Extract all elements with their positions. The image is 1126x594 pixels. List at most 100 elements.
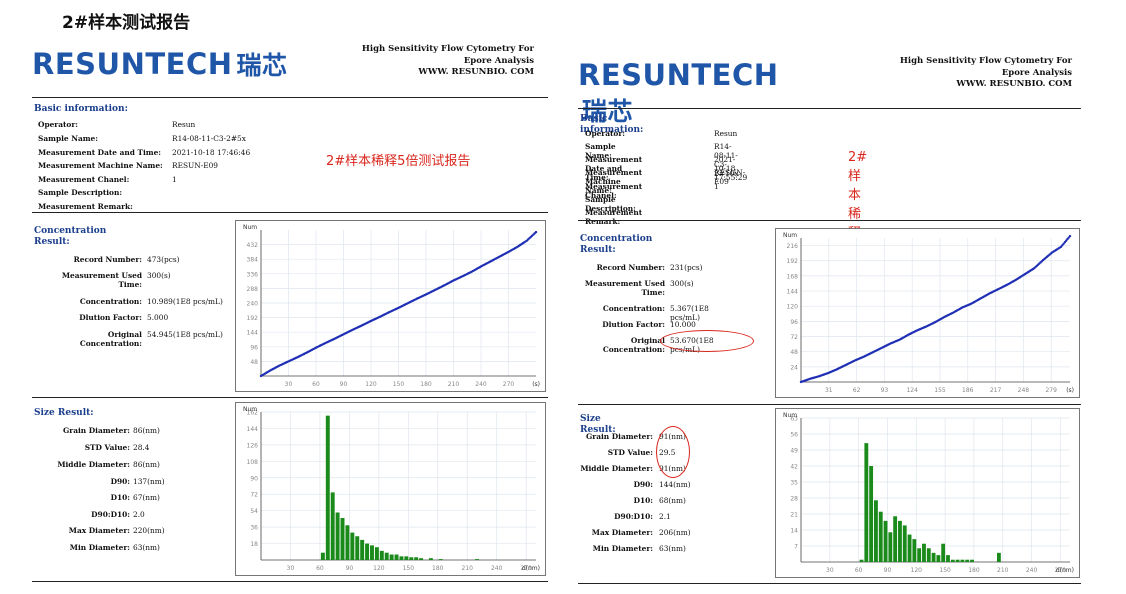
divider [578,220,1081,221]
size-label: Grain Diameter: [585,432,653,441]
info-value: 1 [714,182,719,191]
conc-label: Dlution Factor: [602,320,665,329]
conc-label: Measurement Used Time: [584,279,665,297]
x-tick-label: 248 [1018,387,1030,394]
bar [907,534,912,562]
y-tick-label: 144 [787,289,799,296]
bar [912,539,917,562]
size-distribution-chart: 7142128354249566330 60 90 120 150 180 210 240 27… [775,408,1080,578]
bar [893,516,898,562]
x-tick-label: 240 [1026,567,1038,574]
x-tick-label: 93 [881,387,889,394]
bar [965,559,970,562]
size-value: 68(nm) [659,496,686,505]
info-label: Operator: [585,129,625,138]
size-label: STD Value: [607,448,653,457]
y-tick-label: 7 [794,544,798,551]
bar [996,552,1001,562]
y-tick-label: 21 [790,512,798,519]
bar [878,511,883,562]
y-axis-label: Num [783,232,797,239]
y-tick-label: 56 [790,432,798,439]
conc-value: 10.000 [670,320,696,329]
x-tick-label: 186 [962,387,974,394]
size-label: D90: [633,480,653,489]
x-tick-label: 180 [968,567,980,574]
y-tick-label: 120 [787,304,799,311]
y-axis-label: Num [783,412,797,419]
header-line: High Sensitivity Flow Cytometry For [899,56,1072,66]
x-tick-label: 150 [939,567,951,574]
x-tick-label: 90 [884,567,892,574]
concentration-chart: 24 48 72 96 120 144 168 192 216 31 62 93 124 155 186 21… [775,228,1080,398]
bar [898,520,902,562]
report-right: RESUNTECH瑞芯 High Sensitivity Flow Cytome… [0,0,1081,594]
size-label: Max Diameter: [591,528,653,537]
y-tick-label: 72 [790,334,798,341]
y-tick-label: 48 [790,349,798,356]
bar [955,559,960,562]
bar [922,543,926,562]
x-axis-label: (s) [1066,387,1074,394]
y-tick-label: 192 [787,258,799,265]
size-value: 206(nm) [659,528,691,537]
x-tick-label: 30 [826,567,834,574]
bar [960,559,965,562]
size-label: D90:D10: [614,512,653,521]
y-tick-label: 28 [790,496,798,503]
y-tick-label: 35 [790,480,798,487]
bar [931,552,936,562]
bar [926,548,931,562]
bar [941,543,946,562]
divider [578,404,1081,405]
bar [864,443,869,562]
x-tick-label: 120 [911,567,923,574]
y-tick-label: 49 [790,448,798,455]
y-tick-label: 168 [787,273,799,280]
conc-label: Record Number: [596,263,665,272]
highlight-ellipse [656,426,690,478]
data-point [1068,234,1072,238]
conc-label: Concentration: [602,304,665,313]
conc-label: Original Concentration: [602,336,665,354]
x-tick-label: 210 [997,567,1009,574]
bar [859,559,864,562]
bar [936,555,941,562]
size-value: 2.1 [659,512,671,521]
x-tick-label: 279 [1045,387,1057,394]
header-line: Epore Analysis [1001,67,1072,78]
size-label: Middle Diameter: [580,464,653,473]
y-tick-label: 42 [790,464,798,471]
y-tick-label: 96 [790,319,798,326]
x-tick-label: 31 [825,387,833,394]
x-axis-label: d(nm) [1056,567,1074,574]
info-value: Resun [714,129,738,138]
bar [883,520,888,562]
x-tick-label: 62 [853,387,861,394]
logo-text: RESUNTECH [578,58,779,92]
size-value: 144(nm) [659,480,691,489]
x-tick-label: 60 [855,567,863,574]
x-tick-label: 155 [934,387,946,394]
chart-frame [775,228,1080,398]
x-axis-label: (s) [532,381,540,388]
size-label: D10: [633,496,653,505]
bar [970,559,974,562]
bar [888,532,893,562]
x-tick-label: 124 [906,387,918,394]
bar [874,500,878,562]
bar [950,559,955,562]
bar [869,466,874,562]
header-right: High Sensitivity Flow Cytometry For Epor… [832,56,1072,91]
conc-value: 300(s) [670,279,694,288]
x-axis-label: d(nm) [522,565,540,572]
y-tick-label: 24 [790,364,798,371]
conc-value: 231(pcs) [670,263,703,272]
conc-title: Concentration Result: [580,234,653,255]
size-label: Min Diameter: [592,544,653,553]
divider [578,108,1081,109]
y-tick-label: 216 [787,243,799,250]
info-label: Measurement Remark: [585,208,643,226]
bar [902,525,907,562]
x-tick-label: 217 [990,387,1002,394]
